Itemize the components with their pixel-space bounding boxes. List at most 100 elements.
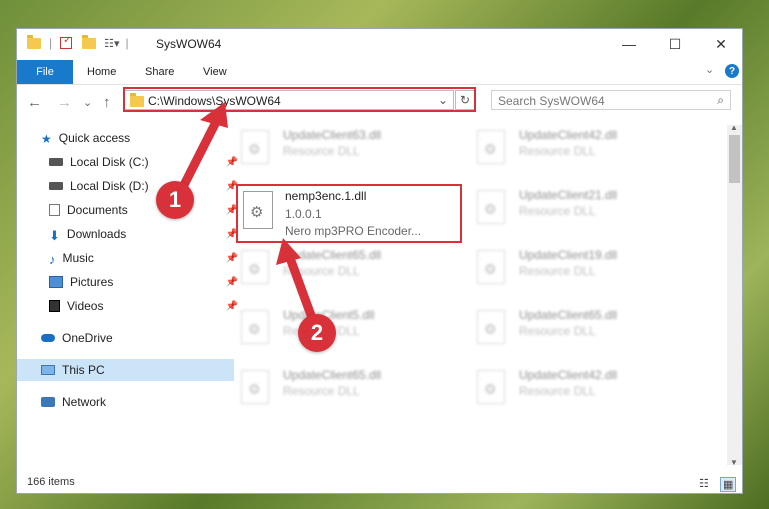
vertical-scrollbar[interactable]: ▲ ▼ xyxy=(727,123,742,467)
maximize-button[interactable]: ☐ xyxy=(652,29,698,59)
sidebar-item-downloads[interactable]: ⬇ Downloads 📌 xyxy=(17,223,242,245)
star-icon: ★ xyxy=(41,132,52,146)
sidebar-item-label: Local Disk (D:) xyxy=(70,179,149,193)
highlight-box-address xyxy=(123,87,476,112)
help-icon[interactable]: ? xyxy=(725,64,739,78)
sidebar-item-local-disk-d[interactable]: Local Disk (D:) 📌 xyxy=(17,175,242,197)
close-button[interactable]: ✕ xyxy=(698,29,744,59)
dll-file-icon xyxy=(241,370,269,404)
file-description: Resource DLL xyxy=(283,144,360,158)
highlight-box-file xyxy=(236,184,462,243)
properties-icon[interactable]: ✓ xyxy=(60,35,73,49)
dll-file-icon xyxy=(241,310,269,344)
file-name: UpdateClient65.dll xyxy=(283,368,382,382)
file-description: Resource DLL xyxy=(519,264,596,278)
sidebar-item-label: Quick access xyxy=(58,131,131,145)
back-icon[interactable]: ← xyxy=(27,94,42,111)
file-name: UpdateClient65.dll xyxy=(519,308,618,322)
computer-icon xyxy=(41,365,55,375)
new-folder-icon[interactable] xyxy=(82,34,97,49)
forward-icon[interactable]: → xyxy=(57,94,72,111)
file-name: UpdateClient63.dll xyxy=(283,128,382,142)
music-icon: ♪ xyxy=(49,252,56,267)
dll-file-icon xyxy=(241,250,269,284)
search-placeholder: Search SysWOW64 xyxy=(498,94,605,108)
list-item[interactable]: UpdateClient65.dll Resource DLL xyxy=(471,304,701,358)
sidebar-item-music[interactable]: ♪ Music 📌 xyxy=(17,247,242,269)
customize-toolbar-icon[interactable]: ☷▾ xyxy=(104,37,119,50)
cloud-icon xyxy=(41,334,55,342)
list-item[interactable]: UpdateClient65.dll Resource DLL xyxy=(235,244,465,298)
title-bar: | ✓ ☷▾ | SysWOW64 — ☐ ✕ xyxy=(17,29,742,59)
toolbar-divider: | xyxy=(125,36,129,50)
file-description: Resource DLL xyxy=(519,144,596,158)
file-list: UpdateClient63.dll Resource DLL UpdateCl… xyxy=(235,124,725,464)
sidebar-item-label: Videos xyxy=(67,299,104,313)
scroll-down-icon[interactable]: ▼ xyxy=(730,458,738,467)
scroll-up-icon[interactable]: ▲ xyxy=(730,123,738,132)
list-item[interactable]: UpdateClient19.dll Resource DLL xyxy=(471,244,701,298)
list-item[interactable]: UpdateClient65.dll Resource DLL xyxy=(235,364,465,418)
status-bar: 166 items ☷ ▦ xyxy=(17,473,742,493)
dll-file-icon xyxy=(241,130,269,164)
videos-icon xyxy=(49,300,60,312)
sidebar-item-documents[interactable]: Documents 📌 xyxy=(17,199,242,221)
sidebar-item-pictures[interactable]: Pictures 📌 xyxy=(17,271,242,293)
drive-icon xyxy=(49,158,63,166)
sidebar-item-label: This PC xyxy=(62,363,105,377)
ribbon-collapse-icon[interactable]: ⌄ xyxy=(705,63,714,76)
toolbar-divider: | xyxy=(49,36,53,50)
sidebar-item-label: Pictures xyxy=(70,275,114,289)
dll-file-icon xyxy=(477,250,505,284)
address-bar-row: ← → ⌄ ↑ C:\Windows\SysWOW64 ⌄ ↻ Search S… xyxy=(17,87,742,117)
quick-access-toolbar: | ✓ ☷▾ | xyxy=(27,34,135,50)
tab-view[interactable]: View xyxy=(203,66,227,78)
window-title: SysWOW64 xyxy=(156,37,222,51)
sidebar-item-onedrive[interactable]: OneDrive xyxy=(17,327,234,349)
sidebar-item-network[interactable]: Network xyxy=(17,391,234,413)
list-item[interactable]: UpdateClient42.dll Resource DLL xyxy=(471,364,701,418)
tab-file[interactable]: File xyxy=(17,60,73,84)
tab-share[interactable]: Share xyxy=(145,66,174,78)
file-description: Resource DLL xyxy=(519,324,596,338)
sidebar-item-local-disk-c[interactable]: Local Disk (C:) 📌 xyxy=(17,151,242,173)
details-view-icon[interactable]: ☷ xyxy=(699,477,709,490)
search-input[interactable]: Search SysWOW64 ⌕ xyxy=(491,90,731,110)
sidebar-item-label: Downloads xyxy=(66,227,127,241)
up-icon[interactable]: ↑ xyxy=(103,94,111,111)
file-description: Resource DLL xyxy=(519,384,596,398)
dll-file-icon xyxy=(477,310,505,344)
file-name: UpdateClient42.dll xyxy=(519,128,618,142)
item-count: 166 items xyxy=(27,476,75,488)
network-icon xyxy=(41,397,55,407)
list-item[interactable]: UpdateClient21.dll Resource DLL xyxy=(471,184,701,238)
file-name: UpdateClient42.dll xyxy=(519,368,618,382)
recent-locations-icon[interactable]: ⌄ xyxy=(83,96,92,109)
file-description: Resource DLL xyxy=(283,264,360,278)
step-1-badge: 1 xyxy=(156,181,194,219)
scrollbar-thumb[interactable] xyxy=(729,135,740,183)
file-description: Resource DLL xyxy=(283,384,360,398)
file-name: UpdateClient21.dll xyxy=(519,188,618,202)
list-item[interactable]: UpdateClient63.dll Resource DLL xyxy=(235,124,465,178)
minimize-button[interactable]: — xyxy=(606,29,652,59)
navigation-pane: ★ Quick access Local Disk (C:) 📌 Local D… xyxy=(17,124,238,454)
large-icons-view-icon[interactable]: ▦ xyxy=(720,477,737,492)
list-item[interactable]: UpdateClient5.dll Resource DLL xyxy=(235,304,465,358)
sidebar-item-videos[interactable]: Videos 📌 xyxy=(17,295,242,317)
file-name: UpdateClient19.dll xyxy=(519,248,618,262)
sidebar-item-this-pc[interactable]: This PC xyxy=(17,359,234,381)
file-description: Resource DLL xyxy=(519,204,596,218)
dll-file-icon xyxy=(477,130,505,164)
sidebar-item-quick-access[interactable]: ★ Quick access xyxy=(17,127,234,149)
list-item[interactable]: UpdateClient42.dll Resource DLL xyxy=(471,124,701,178)
sidebar-item-label: OneDrive xyxy=(62,331,113,345)
dll-file-icon xyxy=(477,370,505,404)
drive-icon xyxy=(49,182,63,190)
tab-home[interactable]: Home xyxy=(87,66,116,78)
folder-icon xyxy=(27,34,41,49)
explorer-window: | ✓ ☷▾ | SysWOW64 — ☐ ✕ File Home Share … xyxy=(16,28,743,494)
search-icon: ⌕ xyxy=(717,93,724,107)
step-2-badge: 2 xyxy=(298,314,336,352)
documents-icon xyxy=(49,204,60,216)
